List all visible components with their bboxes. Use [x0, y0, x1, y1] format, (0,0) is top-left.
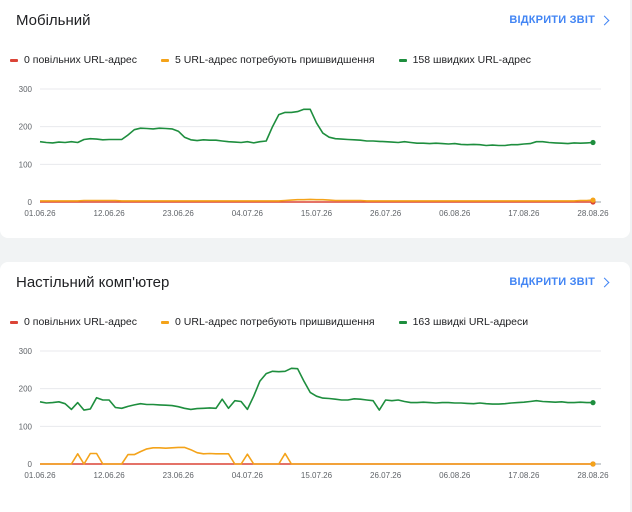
series-endpoint-2	[590, 400, 596, 406]
legend-label: 158 швидких URL-адрес	[412, 54, 532, 66]
section-title-mobile: Мобільний	[16, 12, 91, 29]
y-tick-label: 0	[28, 460, 33, 469]
x-tick-label: 04.07.26	[232, 209, 264, 218]
x-tick-label: 04.07.26	[232, 471, 264, 480]
x-tick-label: 15.07.26	[301, 209, 333, 218]
chevron-right-icon	[599, 277, 610, 287]
y-tick-label: 300	[19, 85, 33, 94]
legend-swatch	[10, 58, 18, 62]
x-tick-label: 17.08.26	[508, 471, 540, 480]
x-tick-label: 01.06.26	[24, 471, 56, 480]
series-endpoint-2	[590, 139, 596, 146]
open-report-label: ВІДКРИТИ ЗВІТ	[509, 14, 595, 26]
x-tick-label: 26.07.26	[370, 471, 402, 480]
y-tick-label: 200	[19, 385, 33, 394]
x-tick-label: 06.08.26	[439, 209, 471, 218]
legend-label: 5 URL-адрес потребують пришвидшення	[175, 54, 375, 66]
series-endpoint-1	[590, 461, 596, 467]
series-line-2	[39, 108, 594, 147]
legend-item-fast[interactable]: 158 швидких URL-адрес	[398, 54, 532, 66]
x-tick-label: 17.08.26	[508, 209, 540, 218]
x-tick-label: 23.06.26	[163, 471, 195, 480]
open-report-label: ВІДКРИТИ ЗВІТ	[509, 276, 595, 288]
card-mobile: Мобільний ВІДКРИТИ ЗВІТ 0 повільних URL-…	[0, 0, 630, 238]
legend-label: 0 повільних URL-адрес	[24, 316, 138, 328]
legend-label: 0 повільних URL-адрес	[24, 54, 138, 66]
legend-mobile: 0 повільних URL-адрес 5 URL-адрес потреб…	[10, 54, 531, 66]
x-tick-label: 06.08.26	[439, 471, 471, 480]
section-title-desktop: Настільний комп'ютер	[16, 274, 170, 291]
legend-label: 163 швидкі URL-адреси	[412, 316, 529, 328]
chart-desktop: 300 200 100 0 01.06.26 12.06.26 23.06.26 04.07.…	[19, 347, 609, 480]
series-endpoint-1	[590, 197, 596, 203]
legend-item-slow[interactable]: 0 повільних URL-адрес	[10, 316, 137, 328]
y-tick-label: 200	[19, 123, 33, 132]
legend-item-improve[interactable]: 5 URL-адрес потребують пришвидшення	[161, 54, 375, 66]
y-tick-label: 300	[19, 347, 33, 356]
y-tick-label: 100	[19, 422, 33, 431]
x-tick-label: 12.06.26	[94, 471, 126, 480]
series-line-1	[40, 198, 594, 202]
series-line-2	[39, 367, 593, 411]
x-tick-label: 28.08.26	[577, 209, 609, 218]
legend-swatch	[398, 58, 407, 62]
open-report-link-desktop[interactable]: ВІДКРИТИ ЗВІТ	[509, 276, 610, 288]
legend-swatch	[398, 320, 407, 324]
chevron-right-icon	[599, 15, 610, 25]
x-tick-label: 01.06.26	[24, 209, 56, 218]
legend-item-slow[interactable]: 0 повільних URL-адрес	[10, 54, 137, 66]
x-tick-label: 12.06.26	[94, 209, 126, 218]
legend-item-fast[interactable]: 163 швидкі URL-адреси	[398, 316, 529, 328]
legend-swatch	[10, 320, 18, 324]
y-tick-label: 0	[28, 198, 33, 207]
series-line-1	[40, 446, 593, 465]
legend-swatch	[161, 320, 170, 324]
legend-item-improve[interactable]: 0 URL-адрес потребують пришвидшення	[161, 316, 375, 328]
card-desktop: Настільний комп'ютер ВІДКРИТИ ЗВІТ 0 пов…	[0, 262, 630, 512]
legend-swatch	[161, 58, 170, 62]
y-tick-label: 100	[19, 160, 33, 169]
chart-mobile: 300 200 100 0 01.06.26 12.06.26 23.06.26 04.07.…	[19, 85, 609, 218]
x-tick-label: 28.08.26	[577, 471, 609, 480]
legend-label: 0 URL-адрес потребують пришвидшення	[175, 316, 375, 328]
legend-desktop: 0 повільних URL-адрес 0 URL-адрес потреб…	[10, 316, 528, 328]
x-tick-label: 26.07.26	[370, 209, 402, 218]
open-report-link-mobile[interactable]: ВІДКРИТИ ЗВІТ	[509, 14, 610, 26]
x-tick-label: 15.07.26	[301, 471, 333, 480]
x-tick-label: 23.06.26	[163, 209, 195, 218]
